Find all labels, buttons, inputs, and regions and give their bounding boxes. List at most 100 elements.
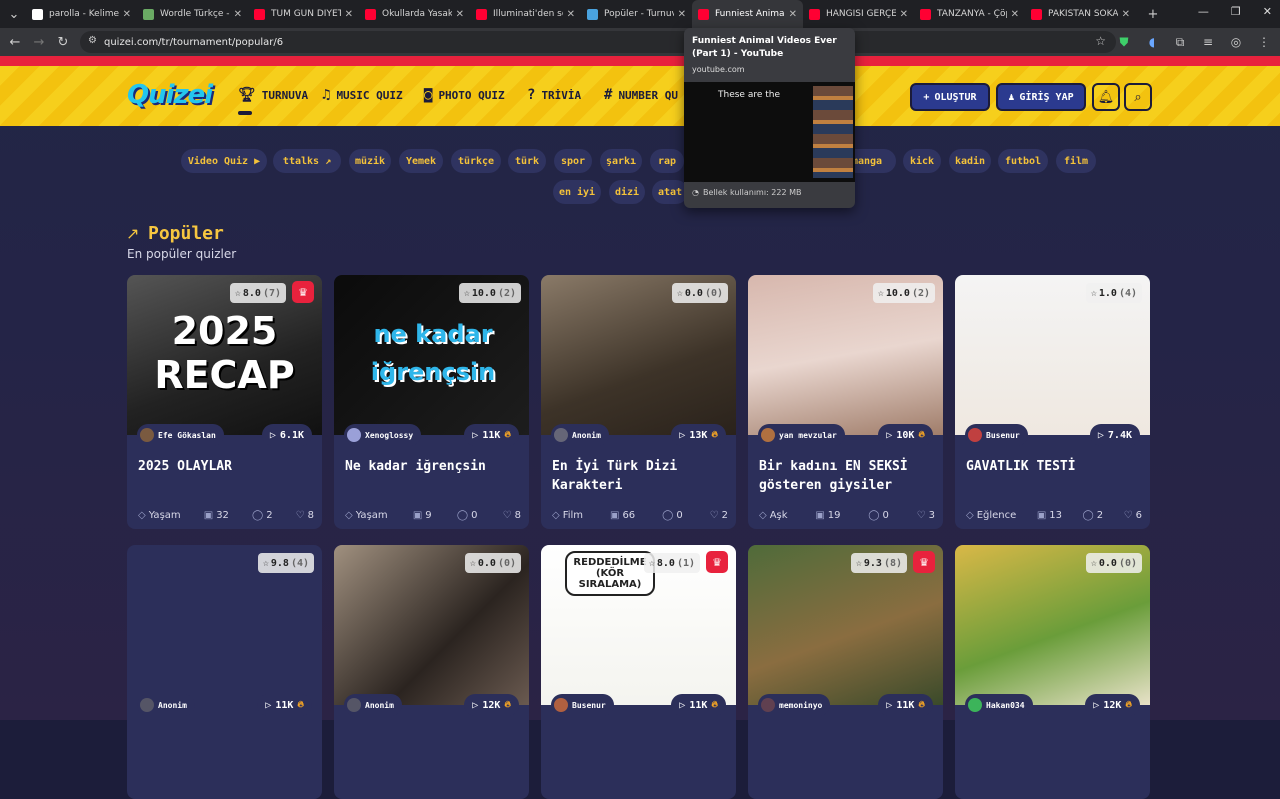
tab-close-icon[interactable]: ✕ — [1011, 9, 1019, 20]
browser-tab[interactable]: Okullarda Yasakla ✕ — [359, 0, 470, 28]
tab-title: TANZANYA - Çöp — [937, 9, 1007, 19]
browser-tab[interactable]: parolla - Kelime o ✕ — [26, 0, 137, 28]
avatar — [761, 698, 775, 712]
tag-chip[interactable]: rap — [650, 149, 684, 173]
author-badge[interactable]: Anonim — [551, 424, 609, 446]
quiz-card[interactable]: ☆ 10.0 (2) yan mevzular ▷ 10K 🔥︎ Bir kadını EN … — [748, 275, 943, 529]
browser-tab[interactable]: PAKİSTAN SOKAK ✕ — [1025, 0, 1136, 28]
tag-chip[interactable]: futbol — [998, 149, 1048, 173]
tab-close-icon[interactable]: ✕ — [123, 9, 131, 20]
site-info-icon[interactable]: ⚙ — [88, 35, 97, 46]
close-window-icon[interactable]: ✕ — [1263, 5, 1272, 18]
tag-chip[interactable]: en iyi — [553, 180, 601, 204]
reload-icon[interactable]: ↻ — [52, 31, 74, 53]
tab-close-icon[interactable]: ✕ — [345, 9, 353, 20]
quiz-title[interactable]: En İyi Türk Dizi Karakteri — [552, 457, 730, 495]
bookmark-star-icon[interactable]: ☆ — [1095, 34, 1106, 48]
author-badge[interactable]: Anonim — [137, 694, 195, 716]
tab-favicon-icon — [920, 8, 931, 20]
login-button[interactable]: ♟ GİRİŞ YAP — [996, 83, 1086, 111]
quiz-title[interactable]: 2025 OLAYLAR — [138, 457, 316, 476]
like-count-value: 3 — [928, 510, 935, 521]
media-control-icon[interactable]: ≡ — [1198, 32, 1218, 52]
quiz-card[interactable]: ☆ 0.0 (0) Hakan034 ▷ 12K 🔥︎ — [955, 545, 1150, 799]
quiz-title[interactable]: Bir kadını EN SEKSİ gösteren giysiler — [759, 457, 937, 495]
tag-chip[interactable]: film — [1056, 149, 1096, 173]
tag-chip[interactable]: atat — [652, 180, 688, 204]
nav-photo-quiz[interactable]: ◙ PHOTO QUIZ — [424, 87, 505, 103]
heart-icon: ♡ — [502, 510, 512, 521]
comment-count-value: 0 — [676, 510, 683, 521]
tab-close-icon[interactable]: ✕ — [678, 9, 686, 20]
menu-icon[interactable]: ⋮ — [1254, 32, 1274, 52]
tag-chip[interactable]: dizi — [609, 180, 645, 204]
author-badge[interactable]: memoninyo — [758, 694, 831, 716]
quiz-card[interactable]: REDDEDİLME (KÖR SIRALAMA) ☆ 8.0 (1) ♛ Busenur… — [541, 545, 736, 799]
browser-tab[interactable]: TANZANYA - Çöp ✕ — [914, 0, 1025, 28]
quiz-card[interactable]: ☆ 9.8 (4) Anonim ▷ 11K 🔥︎ — [127, 545, 322, 799]
tag-chip[interactable]: Yemek — [399, 149, 443, 173]
author-badge[interactable]: Xenoglossy — [344, 424, 422, 446]
url-field[interactable]: ⚙ quizei.com/tr/tournament/popular/6 ☆ — [80, 31, 1116, 53]
browser-tab[interactable]: Popüler - Turnuva ✕ — [581, 0, 692, 28]
quiz-card[interactable]: ☆ 0.0 (0) Anonim ▷ 13K 🔥︎ En İyi Türk Dizi Kara… — [541, 275, 736, 529]
author-badge[interactable]: Efe Gökaslan — [137, 424, 224, 446]
nav-tournament[interactable]: 🏆︎ TURNUVA — [238, 87, 308, 115]
tag-chip[interactable]: şarkı — [600, 149, 642, 173]
tab-favicon-icon — [587, 8, 598, 20]
author-badge[interactable]: Busenur — [551, 694, 614, 716]
browser-tab[interactable]: Funniest Animal V ✕ — [692, 0, 803, 28]
forward-icon[interactable]: → — [28, 31, 50, 53]
tag-chip[interactable]: spor — [554, 149, 592, 173]
quiz-card[interactable]: ☆ 0.0 (0) Anonim ▷ 12K 🔥︎ — [334, 545, 529, 799]
author-badge[interactable]: Hakan034 — [965, 694, 1033, 716]
comment-count-value: 0 — [471, 510, 478, 521]
tag-chip[interactable]: müzik — [349, 149, 391, 173]
translate-icon[interactable]: ◖ — [1142, 32, 1162, 52]
author-badge[interactable]: yan mevzular — [758, 424, 845, 446]
tab-close-icon[interactable]: ✕ — [900, 9, 908, 20]
tab-close-icon[interactable]: ✕ — [234, 9, 242, 20]
tab-search-icon[interactable]: ⌄ — [2, 3, 26, 25]
play-count: 13K — [689, 429, 708, 441]
nav-trivia[interactable]: ? TRİVİA — [527, 87, 581, 103]
quiz-card[interactable]: ne kadar iğrençsin ☆ 10.0 (2) Xenoglossy ▷ 11K… — [334, 275, 529, 529]
quiz-card[interactable]: ☆ 1.0 (4) Busenur ▷ 7.4K GAVATLIK TESTİ ◇ Eğlenc… — [955, 275, 1150, 529]
extensions-icon[interactable]: ⧉ — [1170, 32, 1190, 52]
quiz-card[interactable]: 2025 RECAP ☆ 8.0 (7) ♛ Efe Gökaslan ▷ 6.1K 2025 … — [127, 275, 322, 529]
minimize-icon[interactable]: — — [1198, 5, 1209, 18]
nav-music-quiz[interactable]: ♫ MUSIC QUIZ — [322, 87, 403, 103]
tag-chip[interactable]: Video Quiz ▶ — [181, 149, 267, 173]
bell-icon: 🔔︎ — [1097, 89, 1115, 105]
browser-tab[interactable]: Wordle Türkçe - G ✕ — [137, 0, 248, 28]
notifications-button[interactable]: 🔔︎ — [1092, 83, 1120, 111]
create-button[interactable]: + OLUŞTUR — [910, 83, 990, 111]
browser-tab[interactable]: TÜM GÜN DİYET ✕ — [248, 0, 359, 28]
tab-close-icon[interactable]: ✕ — [789, 9, 797, 20]
new-tab-icon[interactable]: + — [1142, 3, 1164, 25]
tab-close-icon[interactable]: ✕ — [456, 9, 464, 20]
tab-close-icon[interactable]: ✕ — [567, 9, 575, 20]
quiz-title[interactable]: GAVATLIK TESTİ — [966, 457, 1144, 476]
tab-close-icon[interactable]: ✕ — [1122, 9, 1130, 20]
nav-number-quiz[interactable]: # NUMBER QU — [604, 87, 678, 103]
author-badge[interactable]: Anonim — [344, 694, 402, 716]
restore-icon[interactable]: ❐ — [1231, 5, 1241, 18]
profile-icon[interactable]: ◎ — [1226, 32, 1246, 52]
search-button[interactable]: ⌕ — [1124, 83, 1152, 111]
tag-chip[interactable]: ttalks ↗ — [273, 149, 341, 173]
star-icon: ☆ — [855, 557, 862, 569]
author-badge[interactable]: Busenur — [965, 424, 1028, 446]
tag-chip[interactable]: kadin — [949, 149, 991, 173]
tag-chip[interactable]: türk — [508, 149, 546, 173]
tag-chip[interactable]: türkçe — [451, 149, 501, 173]
extension-shield-icon[interactable]: ⛊ — [1114, 32, 1134, 52]
browser-tab[interactable]: İlluminati'den son ✕ — [470, 0, 581, 28]
browser-tab[interactable]: HANGİSİ GERÇEK ✕ — [803, 0, 914, 28]
play-count: 6.1K — [279, 429, 304, 441]
quiz-card[interactable]: ☆ 9.3 (8) ♛ memoninyo ▷ 11K 🔥︎ — [748, 545, 943, 799]
quiz-title[interactable]: Ne kadar iğrençsin — [345, 457, 523, 476]
site-logo[interactable]: Quizei — [127, 80, 213, 110]
tag-chip[interactable]: kick — [903, 149, 941, 173]
back-icon[interactable]: ← — [4, 31, 26, 53]
